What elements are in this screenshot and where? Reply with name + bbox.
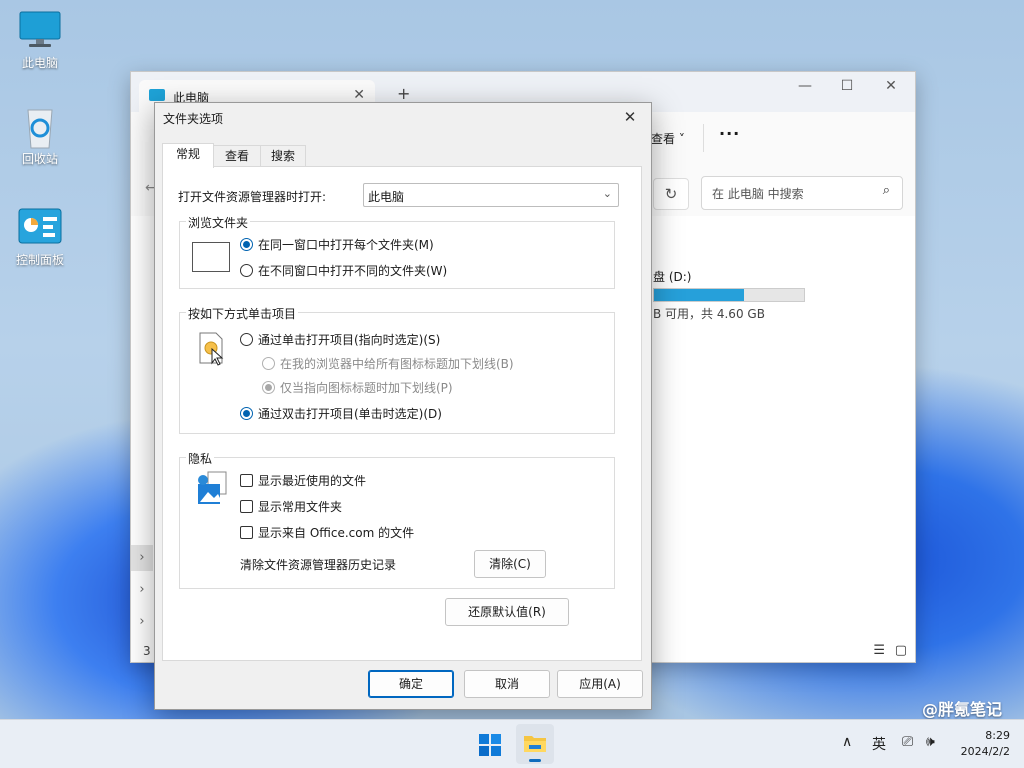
search-input[interactable]: 在 此电脑 中搜索 ⌕	[701, 176, 903, 210]
tab-search[interactable]: 搜索	[260, 145, 306, 167]
toolbar-divider	[703, 124, 704, 152]
checkbox-label: 显示来自 Office.com 的文件	[258, 526, 415, 540]
refresh-button[interactable]: ↻	[653, 178, 689, 210]
radio-button[interactable]	[240, 238, 253, 251]
desktop-icon-label: 此电脑	[21, 56, 58, 70]
file-explorer-taskbar-button[interactable]	[516, 724, 554, 764]
radio-button[interactable]	[262, 357, 275, 370]
taskbar: ∧ 英 ⎚ 🕪 8:29 2024/2/2	[0, 719, 1024, 768]
drive-free-space: B 可用，共 4.60 GB	[653, 307, 765, 321]
click-items-group: 按如下方式单击项目 通过单击打开项目(指向时选定)(S) 在我的浏览器中给所有图…	[179, 305, 615, 434]
maximize-icon[interactable]: ☐	[827, 78, 867, 94]
tab-view[interactable]: 查看	[212, 145, 262, 167]
open-explorer-label: 打开文件资源管理器时打开:	[178, 190, 327, 204]
drive-usage-bar	[653, 288, 805, 302]
checkbox-frequent-folders[interactable]: 显示常用文件夹	[240, 498, 342, 515]
more-options-button[interactable]: ···	[719, 124, 740, 143]
monitor-icon	[17, 10, 63, 50]
privacy-files-icon	[194, 470, 230, 509]
tab-general[interactable]: 常规	[162, 143, 214, 168]
desktop-icon-this-pc[interactable]: 此电脑	[10, 10, 70, 71]
checkbox-office-files[interactable]: 显示来自 Office.com 的文件	[240, 524, 414, 541]
search-placeholder: 在 此电脑 中搜索	[712, 187, 804, 201]
privacy-group: 隐私 显示最近使用的文件 显示常用文件夹 显示来自 Office.com 的文件…	[179, 450, 615, 589]
network-icon[interactable]: ⎚	[902, 734, 913, 750]
chevron-up-icon[interactable]: ∧	[842, 734, 852, 750]
nav-expand-arrow[interactable]: ›	[131, 577, 153, 603]
window-preview-icon	[192, 242, 230, 272]
cancel-button[interactable]: 取消	[464, 670, 550, 698]
radio-label: 通过单击打开项目(指向时选定)(S)	[258, 333, 441, 347]
radio-single-click[interactable]: 通过单击打开项目(指向时选定)(S)	[240, 331, 440, 348]
dialog-title: 文件夹选项	[163, 112, 224, 126]
radio-button[interactable]	[240, 333, 253, 346]
search-icon: ⌕	[882, 183, 890, 198]
radio-label: 在我的浏览器中给所有图标标题加下划线(B)	[280, 357, 514, 371]
status-item-count: 3	[143, 644, 151, 658]
radio-new-window[interactable]: 在不同窗口中打开不同的文件夹(W)	[240, 262, 447, 279]
radio-label: 通过双击打开项目(单击时选定)(D)	[258, 407, 442, 421]
radio-label: 仅当指向图标标题时加下划线(P)	[280, 381, 453, 395]
general-tab-panel: 打开文件资源管理器时打开: 此电脑 ⌄ 浏览文件夹 在同一窗口中打开每个文件夹(…	[162, 166, 642, 661]
nav-expand-arrow[interactable]: ›	[131, 609, 153, 635]
details-view-icon[interactable]: ☰	[873, 643, 885, 658]
desktop-icon-label: 控制面板	[15, 253, 64, 267]
pointer-click-icon	[198, 331, 226, 372]
nav-expand-arrow[interactable]: ›	[131, 545, 153, 571]
watermark-text: @胖氪笔记	[921, 700, 1002, 719]
apply-button[interactable]: 应用(A)	[557, 670, 643, 698]
restore-defaults-button[interactable]: 还原默认值(R)	[445, 598, 569, 626]
group-title: 隐私	[186, 450, 215, 467]
drive-d-label[interactable]: 盘 (D:)	[653, 268, 691, 285]
chevron-down-icon: ⌄	[602, 187, 612, 200]
checkbox-label: 显示最近使用的文件	[258, 474, 367, 488]
active-indicator	[529, 759, 541, 762]
recycle-bin-icon	[17, 106, 63, 149]
ok-button[interactable]: 确定	[368, 670, 454, 698]
open-explorer-value: 此电脑	[368, 190, 405, 204]
tiles-view-icon[interactable]: ▢	[895, 643, 907, 658]
dialog-close-icon[interactable]: ✕	[617, 106, 643, 128]
radio-button[interactable]	[262, 381, 275, 394]
close-window-icon[interactable]: ✕	[871, 78, 911, 94]
group-title: 按如下方式单击项目	[186, 305, 299, 322]
radio-label: 在不同窗口中打开不同的文件夹(W)	[258, 264, 448, 278]
clock-time: 8:29	[985, 729, 1010, 742]
desktop-icon-label: 回收站	[21, 152, 58, 166]
checkbox[interactable]	[240, 526, 253, 539]
clear-history-label: 清除文件资源管理器历史记录	[240, 558, 397, 572]
radio-label: 在同一窗口中打开每个文件夹(M)	[258, 238, 434, 252]
desktop-icon-recycle-bin[interactable]: 回收站	[10, 106, 70, 167]
start-button[interactable]	[478, 733, 502, 760]
control-panel-icon	[17, 207, 63, 247]
checkbox[interactable]	[240, 500, 253, 513]
radio-button[interactable]	[240, 407, 253, 420]
system-clock[interactable]: 8:29 2024/2/2	[961, 728, 1010, 760]
checkbox[interactable]	[240, 474, 253, 487]
folder-options-dialog: 文件夹选项 ✕ 常规 查看 搜索 打开文件资源管理器时打开: 此电脑 ⌄ 浏览文…	[154, 102, 652, 710]
clear-history-button[interactable]: 清除(C)	[474, 550, 546, 578]
radio-double-click[interactable]: 通过双击打开项目(单击时选定)(D)	[240, 405, 442, 422]
checkbox-label: 显示常用文件夹	[258, 500, 343, 514]
desktop-icon-control-panel[interactable]: 控制面板	[10, 207, 70, 268]
radio-underline-browser[interactable]: 在我的浏览器中给所有图标标题加下划线(B)	[262, 355, 514, 372]
ime-indicator[interactable]: 英	[872, 734, 886, 754]
open-explorer-select[interactable]: 此电脑 ⌄	[363, 183, 619, 207]
drive-usage-fill	[654, 289, 744, 301]
radio-underline-point[interactable]: 仅当指向图标标题时加下划线(P)	[262, 379, 453, 396]
volume-icon[interactable]: 🕪	[926, 734, 935, 750]
this-pc-icon	[149, 89, 165, 101]
radio-same-window[interactable]: 在同一窗口中打开每个文件夹(M)	[240, 236, 434, 253]
minimize-icon[interactable]: —	[785, 78, 825, 94]
group-title: 浏览文件夹	[186, 214, 251, 231]
radio-button[interactable]	[240, 264, 253, 277]
new-tab-button[interactable]: +	[397, 84, 410, 103]
checkbox-recent-files[interactable]: 显示最近使用的文件	[240, 472, 366, 489]
folder-icon	[524, 736, 546, 752]
view-menu-button[interactable]: 查看 ˅	[651, 130, 685, 147]
close-tab-icon[interactable]: ✕	[353, 87, 365, 103]
clock-date: 2024/2/2	[960, 745, 1010, 758]
browse-folders-group: 浏览文件夹 在同一窗口中打开每个文件夹(M) 在不同窗口中打开不同的文件夹(W)	[179, 214, 615, 289]
windows-logo-icon	[479, 734, 501, 756]
